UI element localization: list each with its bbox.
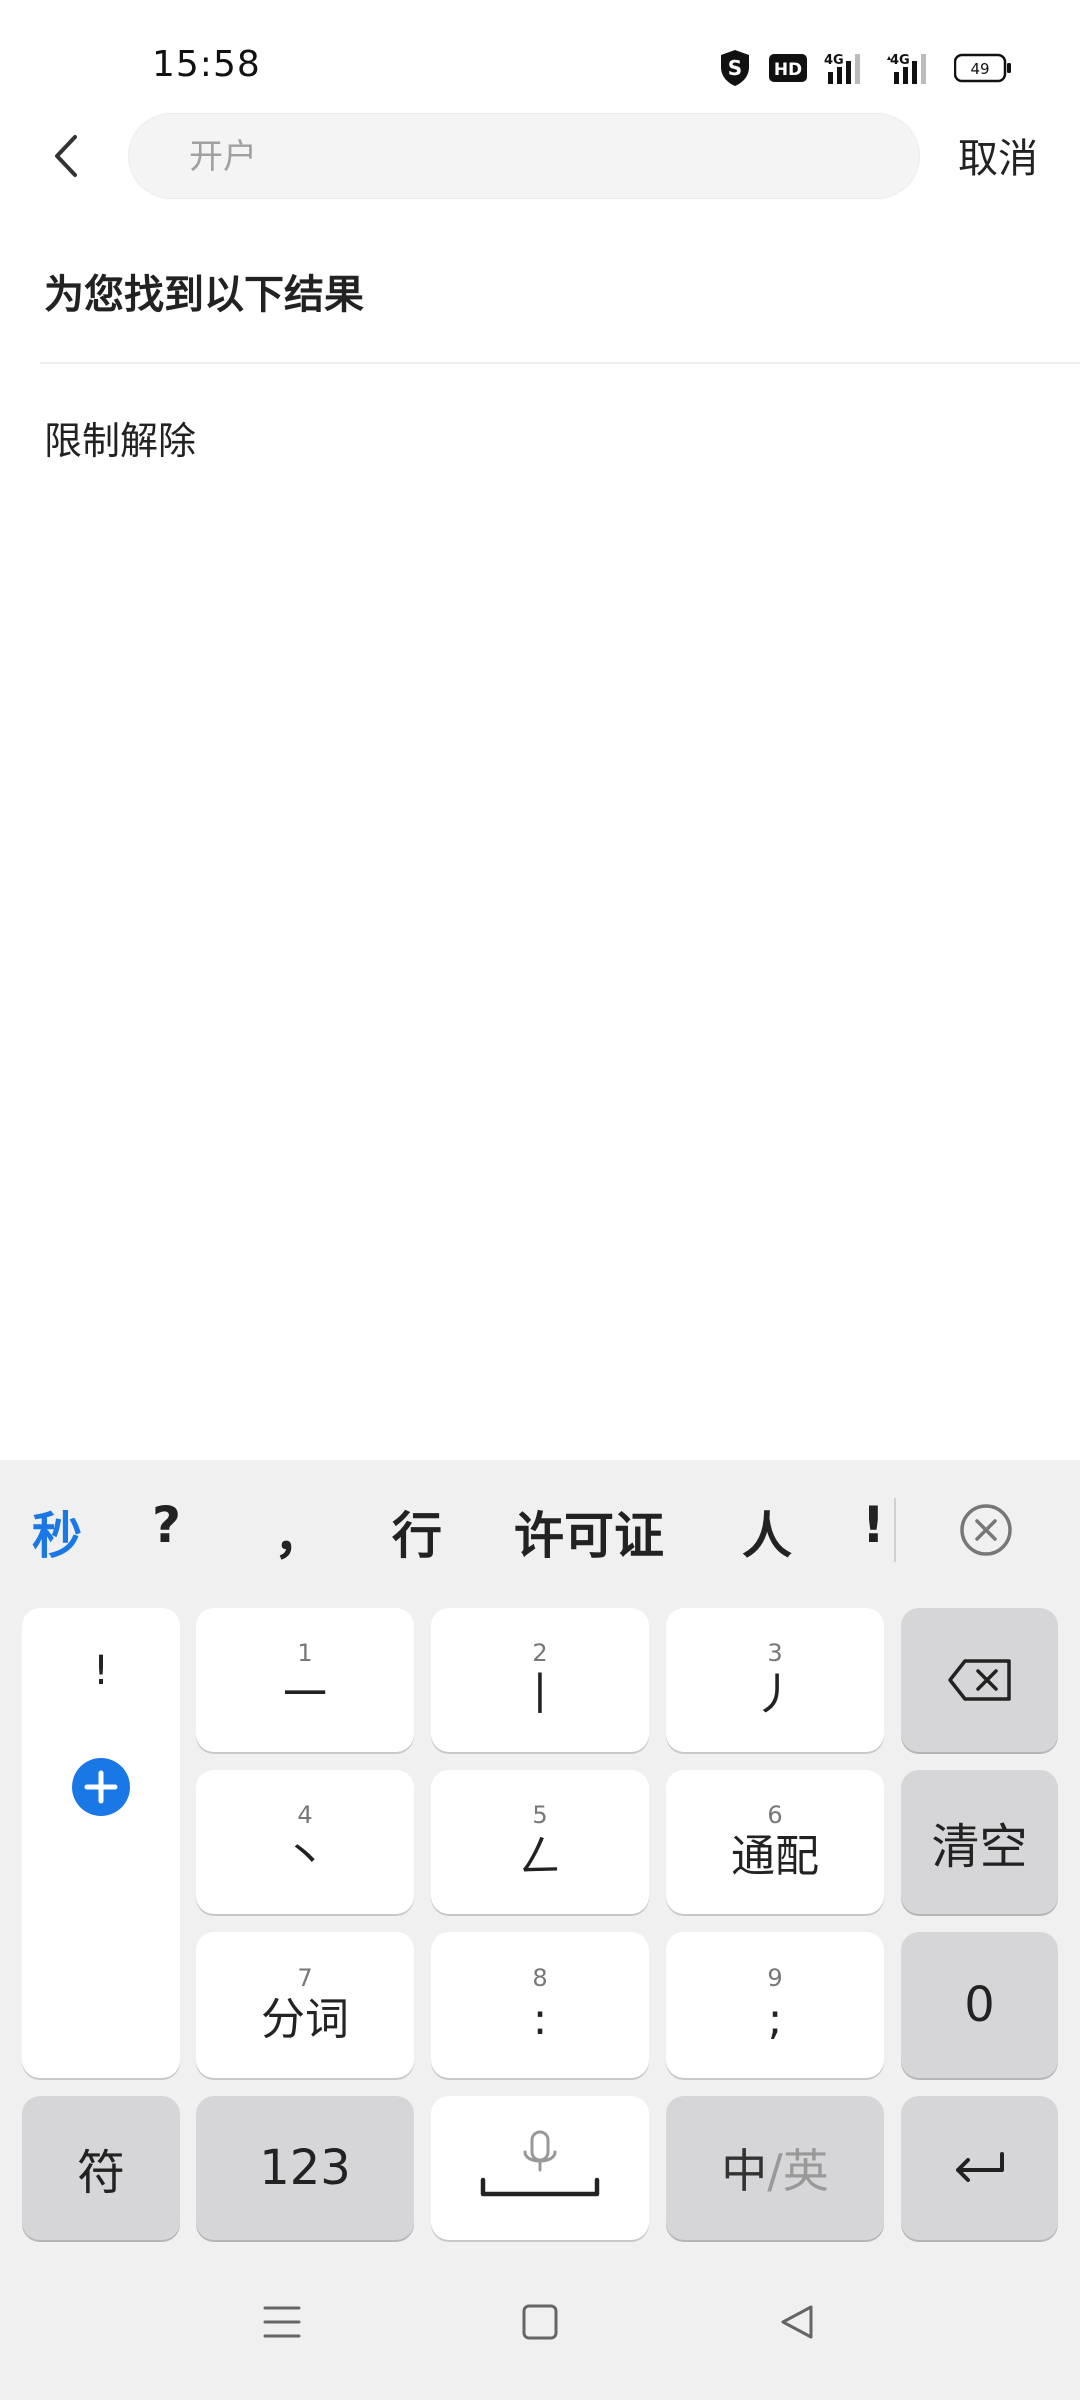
key-7[interactable]: 7 分词 xyxy=(196,1932,414,2078)
result-item[interactable]: 限制解除 xyxy=(44,410,196,465)
menu-icon[interactable] xyxy=(262,2302,302,2342)
home-icon[interactable] xyxy=(520,2302,560,2342)
lang-en: 英 xyxy=(782,2144,829,2198)
key-3[interactable]: 3 丿 xyxy=(666,1608,884,1752)
candidate-separator xyxy=(894,1498,896,1562)
status-bar: 15:58 S HD 4G 4G 49 xyxy=(0,0,1080,130)
number-keyboard-button[interactable]: 123 xyxy=(196,2096,414,2240)
key-8[interactable]: 8 : xyxy=(431,1932,649,2078)
enter-button[interactable] xyxy=(901,2096,1058,2240)
clear-button[interactable]: 清空 xyxy=(901,1770,1058,1914)
candidate-item[interactable]: 许可证 xyxy=(514,1496,664,1568)
cancel-button[interactable]: 取消 xyxy=(958,126,1038,184)
hd-icon: HD xyxy=(768,52,808,84)
key-5[interactable]: 5 ㄥ xyxy=(431,1770,649,1914)
battery-icon: 49 xyxy=(954,53,1012,83)
navigation-bar xyxy=(0,2260,1080,2400)
status-time: 15:58 xyxy=(152,44,261,85)
symbol-item[interactable]: ! xyxy=(22,1648,180,1694)
backspace-button[interactable] xyxy=(901,1608,1058,1752)
key-4[interactable]: 4 丶 xyxy=(196,1770,414,1914)
key-0[interactable]: 0 xyxy=(901,1932,1058,2078)
results-header: 为您找到以下结果 xyxy=(44,272,364,318)
keyboard: 秒 ? ， 行 许可证 人 ! ! 1 一 2 丨 3 丿 4 丶 5 ㄥ 6 … xyxy=(0,1460,1080,2400)
candidate-item[interactable]: ! xyxy=(862,1496,885,1554)
signal-4g-icon: 4G xyxy=(824,50,870,86)
plus-circle-icon[interactable] xyxy=(72,1758,130,1816)
shield-icon: S xyxy=(718,48,752,88)
svg-text:49: 49 xyxy=(970,60,989,78)
back-button[interactable] xyxy=(40,126,92,186)
svg-text:4G: 4G xyxy=(890,53,910,68)
key-9[interactable]: 9 ; xyxy=(666,1932,884,2078)
candidate-bar: 秒 ? ， 行 许可证 人 ! xyxy=(0,1460,1080,1600)
space-button[interactable] xyxy=(431,2096,649,2240)
key-1[interactable]: 1 一 xyxy=(196,1608,414,1752)
svg-text:4G: 4G xyxy=(824,53,844,68)
chevron-left-icon xyxy=(55,135,77,177)
candidate-item[interactable]: 人 xyxy=(742,1496,792,1568)
candidate-item[interactable]: 秒 xyxy=(32,1496,82,1568)
symbol-keyboard-button[interactable]: 符 xyxy=(22,2096,180,2240)
key-2[interactable]: 2 丨 xyxy=(431,1608,649,1752)
candidate-item[interactable]: ? xyxy=(152,1496,181,1554)
search-input[interactable] xyxy=(189,114,889,200)
enter-icon xyxy=(955,2152,1004,2182)
back-triangle-icon[interactable] xyxy=(778,2302,818,2342)
status-icons: S HD 4G 4G 49 xyxy=(718,46,1012,90)
search-box[interactable] xyxy=(128,113,920,200)
microphone-space-icon xyxy=(480,2130,600,2197)
signal-4g-icon-2: 4G xyxy=(886,50,938,86)
svg-text:HD: HD xyxy=(774,60,802,80)
key-6[interactable]: 6 通配 xyxy=(666,1770,884,1914)
lang-zh: 中 xyxy=(721,2144,768,2198)
candidate-item[interactable]: 行 xyxy=(392,1496,442,1568)
language-toggle-button[interactable]: 中/英 xyxy=(666,2096,884,2240)
svg-text:S: S xyxy=(728,56,742,80)
divider xyxy=(40,362,1080,364)
candidate-item[interactable]: ， xyxy=(274,1496,324,1568)
close-candidates-icon[interactable] xyxy=(958,1502,1014,1558)
symbol-column[interactable]: ! xyxy=(22,1608,180,2078)
lang-sep: / xyxy=(767,2144,783,2198)
backspace-icon xyxy=(947,1659,1011,1701)
